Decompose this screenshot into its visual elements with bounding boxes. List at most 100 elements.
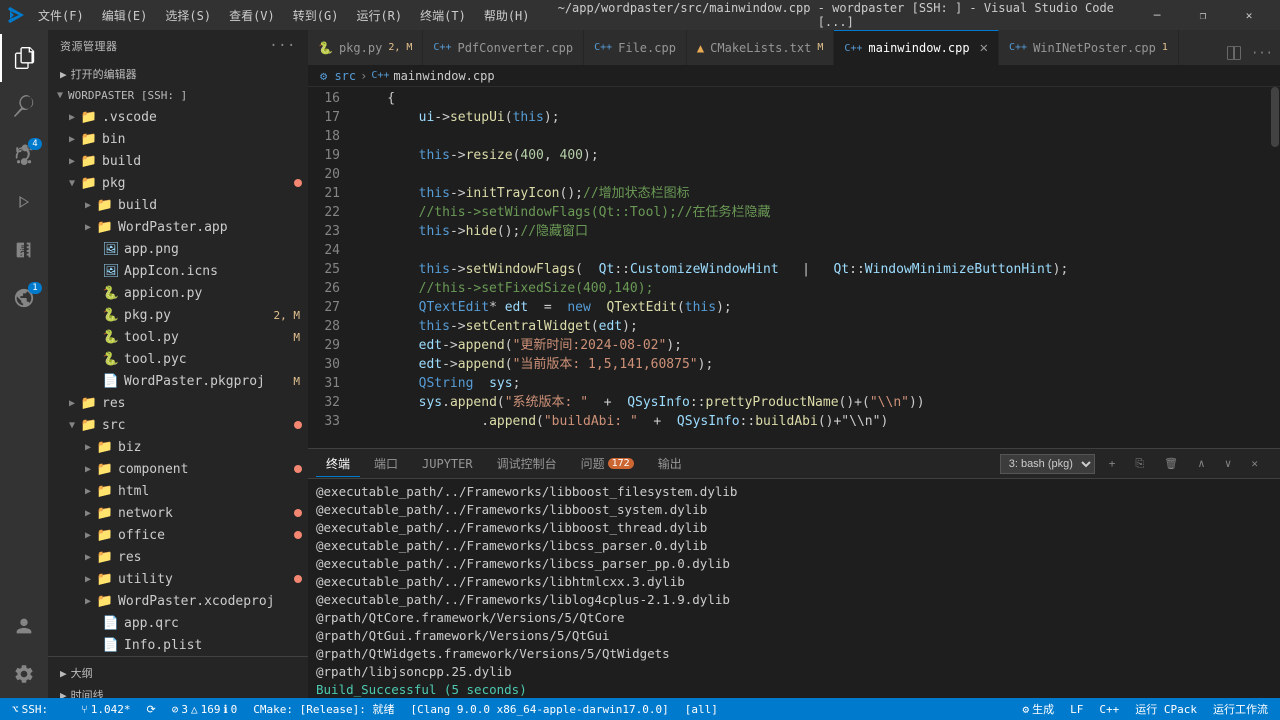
explorer-activity-icon[interactable] — [0, 34, 48, 82]
menu-edit[interactable]: 编辑(E) — [94, 5, 156, 26]
terminal-chevron-down[interactable]: ∨ — [1219, 455, 1238, 472]
status-kit[interactable]: [all] — [681, 698, 722, 720]
sidebar-item-network[interactable]: ▶ 📁 network — [48, 502, 308, 524]
open-editors-section[interactable]: ▶ 打开的编辑器 — [48, 62, 308, 84]
build-arrow: ▶ — [64, 156, 80, 167]
search-activity-icon[interactable] — [0, 82, 48, 130]
status-cmake[interactable]: CMake: [Release]: 就绪 — [249, 698, 398, 720]
extensions-activity-icon[interactable] — [0, 226, 48, 274]
sidebar-item-pkg-py[interactable]: 🐍 pkg.py 2, M — [48, 304, 308, 326]
outline-section[interactable]: ▶ 大纲 — [48, 661, 308, 683]
sidebar-item-wordpaster-app[interactable]: ▶ 📁 WordPaster.app — [48, 216, 308, 238]
tab-cmakelists[interactable]: ▲ CMakeLists.txt M — [687, 30, 834, 65]
menu-file[interactable]: 文件(F) — [30, 5, 92, 26]
sidebar-item-info-plist[interactable]: 📄 Info.plist — [48, 634, 308, 656]
panel-tab-jupyter[interactable]: JUPYTER — [412, 453, 483, 475]
panel-tab-ports[interactable]: 端口 — [364, 451, 408, 476]
status-errors[interactable]: ⊘ 3 △ 169 ℹ 0 — [168, 698, 242, 720]
tab-pkg-py[interactable]: 🐍 pkg.py 2, M — [308, 30, 423, 65]
breadcrumb-src[interactable]: ⚙ src — [320, 69, 356, 83]
menu-goto[interactable]: 转到(G) — [285, 5, 347, 26]
status-cpack[interactable]: 运行 CPack — [1131, 698, 1201, 720]
status-branch[interactable]: ⑂ 1.042* — [77, 698, 134, 720]
sidebar-item-appicon-icns[interactable]: 🖼 AppIcon.icns — [48, 260, 308, 282]
breadcrumb-file[interactable]: mainwindow.cpp — [393, 69, 494, 83]
terminal-selector[interactable]: 3: bash (pkg) — [1000, 454, 1095, 474]
add-terminal-button[interactable]: + — [1103, 455, 1122, 472]
tab-mainwindow-cpp[interactable]: C++ mainwindow.cpp ✕ — [834, 30, 999, 65]
sidebar-item-xcodeproj[interactable]: ▶ 📁 WordPaster.xcodeproj — [48, 590, 308, 612]
status-ssh[interactable]: ⌥ SSH: — [8, 698, 69, 720]
sidebar-item-tool-py[interactable]: 🐍 tool.py M — [48, 326, 308, 348]
sidebar-more-button[interactable]: ··· — [269, 38, 296, 54]
maximize-button[interactable]: ❐ — [1180, 0, 1226, 30]
sidebar-item-app-png[interactable]: 🖼 app.png — [48, 238, 308, 260]
editor-scrollbar-thumb[interactable] — [1271, 87, 1279, 147]
file-icon: 📄 — [102, 638, 120, 653]
sidebar-item-appicon-py[interactable]: 🐍 appicon.py — [48, 282, 308, 304]
menu-view[interactable]: 查看(V) — [221, 5, 283, 26]
sidebar-item-app-qrc[interactable]: 📄 app.qrc — [48, 612, 308, 634]
menu-terminal[interactable]: 终端(T) — [412, 5, 474, 26]
tab-wininetposter[interactable]: C++ WinINetPoster.cpp 1 — [999, 30, 1179, 65]
status-lf[interactable]: LF — [1066, 698, 1087, 720]
panel-tab-debug[interactable]: 调试控制台 — [487, 451, 567, 476]
utility-arrow: ▶ — [80, 574, 96, 585]
panel-tab-terminal[interactable]: 终端 — [316, 451, 360, 477]
sidebar-item-pkg[interactable]: ▼ 📁 pkg — [48, 172, 308, 194]
close-panel-button[interactable]: ✕ — [1245, 455, 1264, 472]
tab-mainwindow-close[interactable]: ✕ — [980, 40, 988, 56]
settings-activity-icon[interactable] — [0, 650, 48, 698]
timeline-section[interactable]: ▶ 时间线 — [48, 683, 308, 698]
sidebar-item-build[interactable]: ▶ 📁 build — [48, 150, 308, 172]
menu-select[interactable]: 选择(S) — [157, 5, 219, 26]
sidebar-item-biz[interactable]: ▶ 📁 biz — [48, 436, 308, 458]
problems-label: 问题 — [581, 455, 605, 472]
status-lang[interactable]: C++ — [1095, 698, 1123, 720]
sidebar-item-src[interactable]: ▼ 📁 src — [48, 414, 308, 436]
code-content[interactable]: { ui->setupUi(this); this->resize(400, 4… — [348, 87, 1280, 448]
sidebar-item-utility[interactable]: ▶ 📁 utility — [48, 568, 308, 590]
status-sync[interactable]: ⟳ — [142, 698, 159, 720]
sidebar-item-component[interactable]: ▶ 📁 component — [48, 458, 308, 480]
sidebar-item-src-res[interactable]: ▶ 📁 res — [48, 546, 308, 568]
accounts-activity-icon[interactable] — [0, 602, 48, 650]
panel-tabs: 终端 端口 JUPYTER 调试控制台 问题 172 输出 3: ba — [308, 449, 1280, 479]
sidebar-item-tool-pyc[interactable]: 🐍 tool.pyc — [48, 348, 308, 370]
panel-tab-output[interactable]: 输出 — [648, 451, 692, 476]
sidebar-item-pkg-build[interactable]: ▶ 📁 build — [48, 194, 308, 216]
sidebar-item-pkgproj[interactable]: 📄 WordPaster.pkgproj M — [48, 370, 308, 392]
component-modified-dot — [294, 465, 302, 473]
sidebar-item-office[interactable]: ▶ 📁 office — [48, 524, 308, 546]
tab-split-button[interactable] — [1222, 41, 1246, 65]
close-button[interactable]: ✕ — [1226, 0, 1272, 30]
terminal-content[interactable]: @executable_path/../Frameworks/libboost_… — [308, 479, 1280, 698]
status-run-workflow[interactable]: 运行工作流 — [1209, 698, 1272, 720]
editor-scrollbar[interactable] — [1270, 87, 1280, 448]
menu-help[interactable]: 帮助(H) — [476, 5, 538, 26]
folder-icon: 📁 — [96, 506, 114, 521]
sidebar-item-vscode[interactable]: ▶ 📁 .vscode — [48, 106, 308, 128]
menu-run[interactable]: 运行(R) — [348, 5, 410, 26]
sidebar-root[interactable]: ▼ WORDPASTER [SSH: ] — [48, 84, 308, 106]
tab-overflow-button[interactable]: ··· — [1250, 41, 1274, 65]
delete-terminal-button[interactable]: 🗑 — [1158, 455, 1184, 472]
terminal-line: @executable_path/../Frameworks/libcss_pa… — [316, 555, 1272, 573]
terminal-chevron-up[interactable]: ∧ — [1192, 455, 1211, 472]
folder-icon: 📁 — [96, 462, 114, 477]
remote-activity-icon[interactable]: 1 — [0, 274, 48, 322]
code-editor-wrap: 16 17 18 19 20 21 22 23 24 25 26 27 28 2… — [308, 87, 1280, 698]
run-activity-icon[interactable] — [0, 178, 48, 226]
panel-tab-problems[interactable]: 问题 172 — [571, 451, 644, 476]
tab-pdfconverter[interactable]: C++ PdfConverter.cpp — [423, 30, 584, 65]
status-clang[interactable]: [Clang 9.0.0 x86_64-apple-darwin17.0.0] — [406, 698, 672, 720]
split-terminal-button[interactable]: ⎘ — [1129, 455, 1150, 473]
tab-bar: 🐍 pkg.py 2, M C++ PdfConverter.cpp C++ F… — [308, 30, 1280, 65]
status-build[interactable]: ⚙ 生成 — [1019, 698, 1059, 720]
sidebar-item-bin[interactable]: ▶ 📁 bin — [48, 128, 308, 150]
minimize-button[interactable]: ─ — [1134, 0, 1180, 30]
sidebar-item-html[interactable]: ▶ 📁 html — [48, 480, 308, 502]
sidebar-item-res[interactable]: ▶ 📁 res — [48, 392, 308, 414]
tab-file-cpp[interactable]: C++ File.cpp — [584, 30, 687, 65]
source-control-activity-icon[interactable]: 4 — [0, 130, 48, 178]
